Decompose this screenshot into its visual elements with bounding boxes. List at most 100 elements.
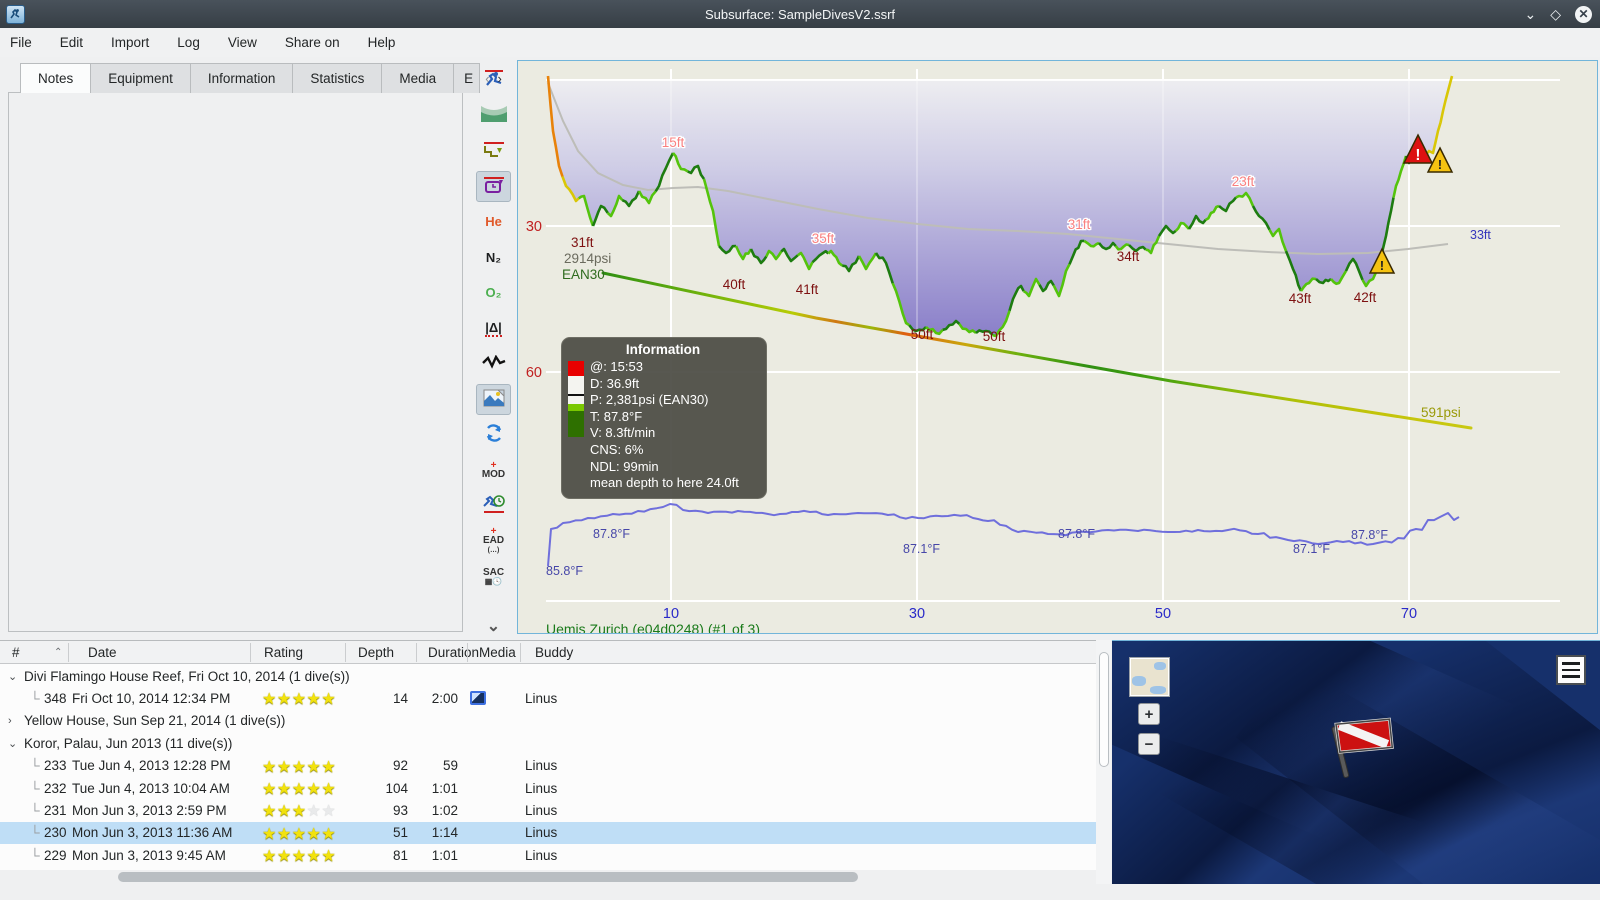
trip-row[interactable]: ⌄ Divi Flamingo House Reef, Fri Oct 10, 2… bbox=[0, 665, 1096, 687]
tissue-delta-button[interactable]: |Δ| bbox=[476, 313, 511, 344]
horizontal-scrollbar[interactable] bbox=[0, 870, 1096, 884]
column-header-media[interactable]: Media bbox=[471, 641, 524, 664]
tab-equipment[interactable]: Equipment bbox=[90, 63, 191, 93]
x-axis-tick: 30 bbox=[909, 606, 925, 622]
nitrogen-button[interactable]: N₂ bbox=[476, 242, 511, 273]
dive-number: 348 bbox=[44, 690, 67, 706]
dc-ceiling-icon bbox=[482, 175, 506, 198]
trip-row[interactable]: › Yellow House, Sun Sep 21, 2014 (1 dive(… bbox=[0, 710, 1096, 732]
dive-duration: 1:14 bbox=[431, 825, 458, 841]
minimize-icon[interactable]: ⌄ bbox=[1524, 7, 1536, 21]
column-divider[interactable] bbox=[416, 643, 417, 662]
y-axis-label: 30 bbox=[526, 219, 542, 235]
dive-number: 231 bbox=[44, 802, 67, 818]
depth-annotation: 43ft bbox=[1289, 291, 1312, 306]
map-menu-button[interactable] bbox=[1556, 655, 1586, 685]
photos-icon bbox=[483, 389, 505, 410]
table-row[interactable]: └ 232 Tue Jun 4, 2013 10:04 AM ★★★★★ 104 1:01… bbox=[0, 777, 1096, 799]
tab-notes[interactable]: Notes bbox=[20, 63, 92, 93]
star-icon: ★ bbox=[321, 848, 337, 866]
heart-rate-button[interactable] bbox=[476, 348, 511, 379]
depth-annotation: 41ft bbox=[796, 282, 819, 297]
menu-item-view[interactable]: View bbox=[228, 35, 257, 50]
helium-icon: He bbox=[485, 214, 502, 229]
column-header-rating[interactable]: Rating bbox=[256, 641, 311, 664]
column-divider[interactable] bbox=[250, 643, 251, 662]
column-header-depth[interactable]: Depth bbox=[350, 641, 402, 664]
temperature-label: 85.8°F bbox=[546, 564, 583, 578]
table-row[interactable]: └ 233 Tue Jun 4, 2013 12:28 PM ★★★★★ 92 59 Lin… bbox=[0, 755, 1096, 777]
table-row[interactable]: └ 230 Mon Jun 3, 2013 11:36 AM ★★★★★ 51 1:14 L… bbox=[0, 821, 1096, 844]
depth-annotation: 31ft bbox=[1068, 217, 1091, 232]
table-row[interactable]: └ 231 Mon Jun 3, 2013 2:59 PM ★★★★★ 93 1:02 Li… bbox=[0, 799, 1096, 821]
map-overview-inset[interactable] bbox=[1129, 657, 1170, 697]
column-divider[interactable] bbox=[68, 643, 69, 662]
collapse-icon[interactable]: ⌄ bbox=[8, 670, 24, 683]
ceiling-steps-button[interactable] bbox=[476, 135, 511, 166]
dc-ceiling-button[interactable] bbox=[476, 170, 511, 202]
dive-duration: 2:00 bbox=[431, 690, 458, 706]
mod-button[interactable]: + MOD bbox=[476, 455, 511, 486]
expand-icon[interactable]: › bbox=[8, 715, 24, 727]
collapse-icon[interactable]: ⌄ bbox=[8, 737, 24, 750]
column-divider[interactable] bbox=[467, 643, 468, 662]
sort-ascending-icon[interactable]: ⌃ bbox=[46, 641, 70, 664]
dive-buddy: Linus bbox=[525, 802, 558, 818]
column-header-num[interactable]: # bbox=[4, 641, 28, 664]
dive-profile-chart[interactable]: 30 60 10 30 50 70 Uemis Zurich (e04d0248) (#1 … bbox=[517, 60, 1598, 637]
scrollbar-thumb[interactable] bbox=[1098, 652, 1109, 767]
media-icon[interactable] bbox=[470, 691, 486, 706]
tab-scroll-right-icon[interactable]: › bbox=[498, 71, 502, 86]
depth-annotation: 40ft bbox=[723, 277, 746, 292]
sac-rate-button[interactable]: SAC ▦🕓 bbox=[476, 561, 511, 592]
table-row[interactable]: └ 348 Fri Oct 10, 2014 12:34 PM ★★★★★ 14 2:00… bbox=[0, 687, 1096, 709]
pressure-end-label: 591psi bbox=[1421, 405, 1461, 420]
column-header-buddy[interactable]: Buddy bbox=[527, 641, 581, 664]
photos-button[interactable] bbox=[476, 383, 511, 415]
tab-information[interactable]: Information bbox=[189, 63, 294, 93]
menu-item-import[interactable]: Import bbox=[111, 35, 149, 50]
table-row[interactable]: └ 229 Mon Jun 3, 2013 9:45 AM ★★★★★ 81 1:01 Li… bbox=[0, 844, 1096, 866]
dive-site-map[interactable]: + − bbox=[1112, 640, 1600, 884]
dive-flag-marker[interactable] bbox=[1314, 703, 1406, 781]
tab-media[interactable]: Media bbox=[381, 63, 455, 93]
menu-item-log[interactable]: Log bbox=[177, 35, 200, 50]
information-tooltip: Information @: 15:53 D: 36.9ft P: 2,381p… bbox=[561, 337, 767, 499]
dive-number: 230 bbox=[44, 825, 67, 841]
svg-text:!: ! bbox=[1438, 157, 1442, 172]
star-icon: ★ bbox=[291, 825, 307, 843]
trip-row[interactable]: ⌄ Koror, Palau, Jun 2013 (11 dive(s)) bbox=[0, 732, 1096, 754]
menu-item-help[interactable]: Help bbox=[368, 35, 396, 50]
close-icon[interactable]: ✕ bbox=[1575, 5, 1592, 23]
map-zoom-in-button[interactable]: + bbox=[1138, 703, 1160, 725]
tree-branch: └ bbox=[30, 780, 40, 796]
scroll-down-button[interactable]: ⌄ bbox=[476, 610, 511, 641]
menu-item-file[interactable]: File bbox=[10, 35, 32, 50]
shaded-area-button[interactable] bbox=[476, 100, 511, 131]
oxygen-button[interactable]: O₂ bbox=[476, 277, 511, 308]
diver-time-button[interactable] bbox=[476, 490, 511, 521]
diver-time-icon bbox=[482, 494, 506, 517]
tooltip-title: Information bbox=[625, 342, 701, 357]
vertical-scrollbar[interactable] bbox=[1096, 640, 1111, 884]
column-divider[interactable] bbox=[345, 643, 346, 662]
inset-water bbox=[1150, 686, 1166, 694]
column-header-date[interactable]: Date bbox=[80, 641, 125, 664]
temperature-label: 87.8°F bbox=[1058, 527, 1095, 541]
tab-statistics[interactable]: Statistics bbox=[292, 63, 383, 93]
temperature-label: 87.8°F bbox=[593, 527, 630, 541]
scrollbar-thumb[interactable] bbox=[118, 872, 858, 882]
menu-item-edit[interactable]: Edit bbox=[60, 35, 83, 50]
star-icon: ★ bbox=[262, 758, 277, 776]
tab-e[interactable]: E bbox=[453, 63, 481, 93]
x-axis-tick: 10 bbox=[663, 606, 679, 622]
helium-button[interactable]: He bbox=[476, 206, 511, 237]
maximize-icon[interactable]: ◇ bbox=[1550, 7, 1561, 21]
map-zoom-out-button[interactable]: − bbox=[1138, 733, 1160, 755]
tab-scroll-left-icon[interactable]: ‹ bbox=[485, 71, 489, 86]
star-icon: ★ bbox=[262, 691, 277, 709]
ead-button[interactable]: + EAD (…) bbox=[476, 526, 511, 557]
column-divider[interactable] bbox=[520, 643, 521, 662]
menu-item-share-on[interactable]: Share on bbox=[285, 35, 340, 50]
buddy-swap-button[interactable] bbox=[476, 419, 511, 450]
